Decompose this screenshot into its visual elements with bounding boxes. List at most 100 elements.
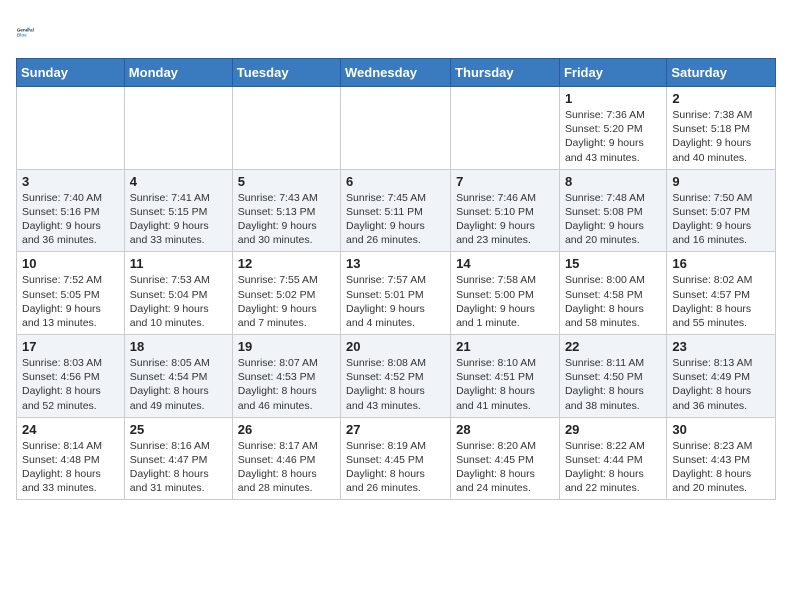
day-info: Sunrise: 7:52 AM Sunset: 5:05 PM Dayligh… [22, 273, 119, 330]
calendar-cell: 1 Sunrise: 7:36 AM Sunset: 5:20 PM Daylig… [559, 87, 666, 170]
calendar-cell: 16 Sunrise: 8:02 AM Sunset: 4:57 PM Dayli… [667, 252, 776, 335]
calendar-cell: 14 Sunrise: 7:58 AM Sunset: 5:00 PM Dayli… [451, 252, 560, 335]
calendar-cell: 20Sunrise: 8:08 AM Sunset: 4:52 PM Dayli… [341, 335, 451, 418]
day-number: 2 [672, 91, 770, 106]
calendar-cell: 12 Sunrise: 7:55 AM Sunset: 5:02 PM Dayli… [232, 252, 340, 335]
calendar-cell: 17Sunrise: 8:03 AM Sunset: 4:56 PM Dayli… [17, 335, 125, 418]
col-header-sunday: Sunday [17, 59, 125, 87]
day-info: Sunrise: 8:05 AM Sunset: 4:54 PM Dayligh… [130, 356, 227, 413]
day-number: 20 [346, 339, 445, 354]
day-info: Sunrise: 7:50 AM Sunset: 5:07 PM Dayligh… [672, 191, 770, 248]
calendar-cell [17, 87, 125, 170]
day-number: 3 [22, 174, 119, 189]
day-info: Sunrise: 8:19 AM Sunset: 4:45 PM Dayligh… [346, 439, 445, 496]
day-number: 6 [346, 174, 445, 189]
calendar-cell: 15Sunrise: 8:00 AM Sunset: 4:58 PM Dayli… [559, 252, 666, 335]
day-info: Sunrise: 7:43 AM Sunset: 5:13 PM Dayligh… [238, 191, 335, 248]
day-info: Sunrise: 8:17 AM Sunset: 4:46 PM Dayligh… [238, 439, 335, 496]
calendar-cell: 3Sunrise: 7:40 AM Sunset: 5:16 PM Daylig… [17, 169, 125, 252]
calendar-cell: 19 Sunrise: 8:07 AM Sunset: 4:53 PM Dayli… [232, 335, 340, 418]
logo: General Blue [16, 16, 52, 48]
day-info: Sunrise: 7:45 AM Sunset: 5:11 PM Dayligh… [346, 191, 445, 248]
col-header-wednesday: Wednesday [341, 59, 451, 87]
day-number: 1 [565, 91, 661, 106]
day-number: 9 [672, 174, 770, 189]
day-number: 23 [672, 339, 770, 354]
calendar-cell: 18 Sunrise: 8:05 AM Sunset: 4:54 PM Dayli… [124, 335, 232, 418]
day-number: 30 [672, 422, 770, 437]
day-number: 27 [346, 422, 445, 437]
day-info: Sunrise: 7:58 AM Sunset: 5:00 PM Dayligh… [456, 273, 554, 330]
day-number: 21 [456, 339, 554, 354]
day-info: Sunrise: 8:23 AM Sunset: 4:43 PM Dayligh… [672, 439, 770, 496]
calendar-cell: 5 Sunrise: 7:43 AM Sunset: 5:13 PM Daylig… [232, 169, 340, 252]
day-number: 4 [130, 174, 227, 189]
day-number: 14 [456, 256, 554, 271]
page-header: General Blue [16, 16, 776, 48]
svg-text:General: General [17, 27, 34, 32]
calendar-cell: 27 Sunrise: 8:19 AM Sunset: 4:45 PM Dayli… [341, 417, 451, 500]
calendar-cell: 22 Sunrise: 8:11 AM Sunset: 4:50 PM Dayli… [559, 335, 666, 418]
calendar-cell: 30 Sunrise: 8:23 AM Sunset: 4:43 PM Dayli… [667, 417, 776, 500]
calendar-cell: 13 Sunrise: 7:57 AM Sunset: 5:01 PM Dayli… [341, 252, 451, 335]
day-info: Sunrise: 7:41 AM Sunset: 5:15 PM Dayligh… [130, 191, 227, 248]
day-number: 26 [238, 422, 335, 437]
calendar-cell: 6 Sunrise: 7:45 AM Sunset: 5:11 PM Daylig… [341, 169, 451, 252]
calendar-cell: 21 Sunrise: 8:10 AM Sunset: 4:51 PM Dayli… [451, 335, 560, 418]
calendar-cell: 8 Sunrise: 7:48 AM Sunset: 5:08 PM Daylig… [559, 169, 666, 252]
calendar-cell: 7 Sunrise: 7:46 AM Sunset: 5:10 PM Daylig… [451, 169, 560, 252]
calendar-cell: 25 Sunrise: 8:16 AM Sunset: 4:47 PM Dayli… [124, 417, 232, 500]
day-info: Sunrise: 8:14 AM Sunset: 4:48 PM Dayligh… [22, 439, 119, 496]
col-header-saturday: Saturday [667, 59, 776, 87]
col-header-monday: Monday [124, 59, 232, 87]
day-info: Sunrise: 8:13 AM Sunset: 4:49 PM Dayligh… [672, 356, 770, 413]
day-info: Sunrise: 7:53 AM Sunset: 5:04 PM Dayligh… [130, 273, 227, 330]
col-header-tuesday: Tuesday [232, 59, 340, 87]
day-number: 17 [22, 339, 119, 354]
day-info: Sunrise: 7:38 AM Sunset: 5:18 PM Dayligh… [672, 108, 770, 165]
day-info: Sunrise: 8:22 AM Sunset: 4:44 PM Dayligh… [565, 439, 661, 496]
col-header-thursday: Thursday [451, 59, 560, 87]
day-number: 29 [565, 422, 661, 437]
calendar-cell [124, 87, 232, 170]
day-info: Sunrise: 7:36 AM Sunset: 5:20 PM Dayligh… [565, 108, 661, 165]
calendar-cell: 23 Sunrise: 8:13 AM Sunset: 4:49 PM Dayli… [667, 335, 776, 418]
calendar-cell: 29 Sunrise: 8:22 AM Sunset: 4:44 PM Dayli… [559, 417, 666, 500]
calendar-cell: 24Sunrise: 8:14 AM Sunset: 4:48 PM Dayli… [17, 417, 125, 500]
day-number: 12 [238, 256, 335, 271]
day-info: Sunrise: 8:16 AM Sunset: 4:47 PM Dayligh… [130, 439, 227, 496]
day-number: 16 [672, 256, 770, 271]
calendar-cell [341, 87, 451, 170]
day-info: Sunrise: 8:02 AM Sunset: 4:57 PM Dayligh… [672, 273, 770, 330]
day-number: 22 [565, 339, 661, 354]
day-number: 19 [238, 339, 335, 354]
calendar-cell: 4 Sunrise: 7:41 AM Sunset: 5:15 PM Daylig… [124, 169, 232, 252]
calendar-cell [232, 87, 340, 170]
day-info: Sunrise: 8:07 AM Sunset: 4:53 PM Dayligh… [238, 356, 335, 413]
day-info: Sunrise: 7:57 AM Sunset: 5:01 PM Dayligh… [346, 273, 445, 330]
day-info: Sunrise: 7:48 AM Sunset: 5:08 PM Dayligh… [565, 191, 661, 248]
calendar-cell [451, 87, 560, 170]
day-number: 28 [456, 422, 554, 437]
calendar-cell: 10 Sunrise: 7:52 AM Sunset: 5:05 PM Dayli… [17, 252, 125, 335]
logo-icon: General Blue [16, 16, 48, 48]
calendar-cell: 11 Sunrise: 7:53 AM Sunset: 5:04 PM Dayli… [124, 252, 232, 335]
day-number: 18 [130, 339, 227, 354]
day-number: 15 [565, 256, 661, 271]
day-number: 13 [346, 256, 445, 271]
day-number: 8 [565, 174, 661, 189]
calendar-cell: 2 Sunrise: 7:38 AM Sunset: 5:18 PM Daylig… [667, 87, 776, 170]
day-info: Sunrise: 8:10 AM Sunset: 4:51 PM Dayligh… [456, 356, 554, 413]
col-header-friday: Friday [559, 59, 666, 87]
day-number: 5 [238, 174, 335, 189]
day-info: Sunrise: 7:46 AM Sunset: 5:10 PM Dayligh… [456, 191, 554, 248]
calendar-cell: 9 Sunrise: 7:50 AM Sunset: 5:07 PM Daylig… [667, 169, 776, 252]
day-number: 10 [22, 256, 119, 271]
day-info: Sunrise: 7:55 AM Sunset: 5:02 PM Dayligh… [238, 273, 335, 330]
day-number: 7 [456, 174, 554, 189]
day-info: Sunrise: 8:11 AM Sunset: 4:50 PM Dayligh… [565, 356, 661, 413]
day-number: 25 [130, 422, 227, 437]
calendar: SundayMondayTuesdayWednesdayThursdayFrid… [16, 58, 776, 500]
day-number: 11 [130, 256, 227, 271]
day-info: Sunrise: 8:20 AM Sunset: 4:45 PM Dayligh… [456, 439, 554, 496]
